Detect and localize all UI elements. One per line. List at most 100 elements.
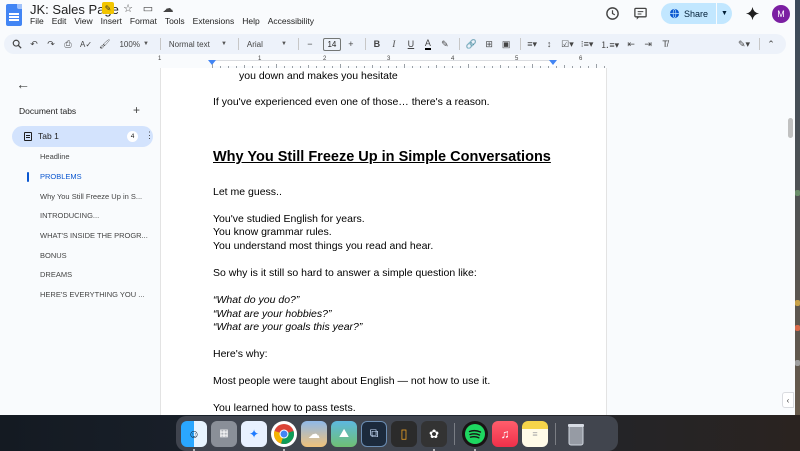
chrome-icon[interactable] (271, 420, 297, 451)
safari-icon[interactable]: ✦ (241, 420, 267, 447)
body-text: Most people were taught about English — … (213, 375, 491, 387)
music-icon[interactable]: ♫ (492, 420, 518, 447)
bulleted-list-icon[interactable]: ⁝≡▾ (579, 36, 596, 52)
docs-offline-badge-icon[interactable]: ✎ (102, 2, 114, 14)
launchpad-icon[interactable]: ▦ (211, 420, 237, 447)
menu-tools[interactable]: Tools (162, 16, 190, 26)
gemini-sparkle-icon[interactable] (744, 6, 760, 22)
screenshot-icon[interactable]: ⧉ (361, 420, 387, 447)
document-page[interactable]: you down and makes you hesitate If you'v… (160, 68, 607, 415)
print-icon[interactable]: ⎙ (61, 36, 75, 52)
dock-divider (454, 422, 455, 445)
paint-format-icon[interactable]: 🖌 (97, 36, 112, 52)
ruler-number: 1 (158, 56, 162, 62)
editing-mode-pencil-icon[interactable]: ✎▾ (736, 36, 752, 52)
notes-icon[interactable]: ≡ (522, 420, 548, 447)
text-color-button[interactable]: A (421, 36, 435, 52)
title-icons: ✎ ☆ ▭ ☁ (102, 2, 174, 15)
gpt-icon[interactable]: ✿ (421, 420, 447, 451)
finder-icon[interactable]: ☺ (181, 420, 207, 451)
menu-insert[interactable]: Insert (98, 16, 127, 26)
iphone-mirroring-icon[interactable]: ▯ (391, 420, 417, 447)
search-menus-icon[interactable] (10, 36, 24, 52)
add-tab-plus-icon[interactable]: + (133, 103, 140, 117)
trash-icon[interactable] (563, 421, 589, 447)
align-icon[interactable]: ≡▾ (525, 36, 539, 52)
menu-help[interactable]: Help (239, 16, 264, 26)
menu-format[interactable]: Format (127, 16, 162, 26)
increase-font-size-icon[interactable]: + (344, 36, 358, 52)
version-history-icon[interactable] (605, 6, 621, 22)
menu-file[interactable]: File (27, 16, 49, 26)
outline-item[interactable]: INTRODUCING... (40, 211, 150, 220)
vertical-scrollbar-thumb[interactable] (788, 118, 793, 138)
menu-accessibility[interactable]: Accessibility (265, 16, 319, 26)
outline-item[interactable]: HERE'S EVERYTHING YOU ... (40, 290, 150, 299)
highlight-color-icon[interactable]: ✎ (438, 36, 452, 52)
font-size-input[interactable]: 14 (322, 37, 341, 51)
outline-item[interactable]: PROBLEMS (40, 172, 150, 181)
move-folder-icon[interactable]: ▭ (142, 2, 154, 15)
italic-button[interactable]: I (387, 36, 401, 52)
cloud-status-icon[interactable]: ☁ (162, 2, 174, 15)
clear-formatting-icon[interactable]: T̸ (658, 36, 672, 52)
hide-menus-chevron-up-icon[interactable]: ⌃ (764, 36, 778, 52)
redo-icon[interactable]: ↷ (44, 36, 58, 52)
outline-item[interactable]: DREAMS (40, 270, 150, 279)
account-avatar[interactable]: M (772, 4, 790, 23)
macos-dock: ☺ ▦ ✦ ☁ ⛰ ⧉ ▯ ✿ ♫ ≡ (176, 416, 618, 451)
checklist-icon[interactable]: ☑▾ (559, 36, 576, 52)
top-right-actions: Share ▼ M (605, 3, 790, 24)
share-label: Share (683, 8, 708, 19)
ruler-number: 2 (323, 56, 327, 62)
decrease-indent-icon[interactable]: ⇤ (624, 36, 638, 52)
outline-item[interactable]: Headline (40, 152, 150, 161)
insert-link-icon[interactable]: 🔗 (464, 36, 479, 52)
side-panel-toggle-chevron-icon[interactable]: ‹ (782, 392, 794, 408)
document-tabs-heading: Document tabs (19, 106, 77, 116)
share-button[interactable]: Share (661, 3, 716, 24)
increase-indent-icon[interactable]: ⇥ (641, 36, 655, 52)
right-indent-marker[interactable] (549, 60, 557, 65)
line-spacing-icon[interactable]: ↕ (542, 36, 556, 52)
globe-icon (669, 8, 680, 19)
body-text: You've studied English for years. (213, 213, 365, 225)
menu-edit[interactable]: Edit (49, 16, 72, 26)
weather-icon[interactable]: ☁ (301, 420, 327, 447)
more-options-icon[interactable]: ⋮ (145, 130, 154, 141)
undo-icon[interactable]: ↶ (27, 36, 41, 52)
chevron-down-icon: ▼ (142, 41, 149, 47)
spotify-icon[interactable] (462, 420, 488, 451)
menu-extensions[interactable]: Extensions (190, 16, 240, 26)
document-tabs-sidebar: ← Document tabs + Tab 1 4 ⋮ Headline PRO… (0, 70, 160, 415)
numbered-list-icon[interactable]: ⒈≡▾ (598, 36, 621, 52)
section-heading: Why You Still Freeze Up in Simple Conver… (213, 149, 551, 165)
desktop-widget-icon (795, 190, 800, 196)
back-arrow-icon[interactable]: ← (16, 76, 30, 92)
desktop-edge (795, 0, 800, 451)
quote-text: “What do you do?” (213, 294, 300, 306)
zoom-dropdown[interactable]: 100% ▼ (115, 36, 152, 52)
spellcheck-icon[interactable]: A✓ (78, 36, 94, 52)
body-text: You learned how to pass tests. (213, 402, 356, 414)
tab-item-tab-1[interactable]: Tab 1 4 ⋮ (12, 126, 154, 147)
star-icon[interactable]: ☆ (122, 2, 134, 15)
tab-count-badge: 4 (127, 131, 138, 142)
paragraph-style-dropdown[interactable]: Normal text ▼ (165, 36, 231, 52)
insert-image-icon[interactable]: ▣ (499, 36, 513, 52)
underline-button[interactable]: U (404, 36, 418, 52)
ruler-track (212, 60, 555, 66)
preview-icon[interactable]: ⛰ (331, 420, 357, 447)
font-dropdown[interactable]: Arial ▼ (243, 36, 291, 52)
horizontal-ruler[interactable]: 1 1 2 3 4 5 6 (158, 56, 607, 68)
comments-icon[interactable] (633, 6, 649, 22)
menu-view[interactable]: View (71, 16, 97, 26)
bold-button[interactable]: B (370, 36, 384, 52)
google-docs-logo-icon[interactable] (6, 4, 22, 26)
outline-item[interactable]: WHAT'S INSIDE THE PROGR... (40, 231, 150, 240)
decrease-font-size-icon[interactable]: − (303, 36, 317, 52)
outline-item[interactable]: BONUS (40, 251, 150, 260)
outline-item[interactable]: Why You Still Freeze Up in S... (40, 192, 150, 201)
share-dropdown-chevron-icon[interactable]: ▼ (716, 3, 732, 24)
add-comment-icon[interactable]: ⊞ (482, 36, 496, 52)
